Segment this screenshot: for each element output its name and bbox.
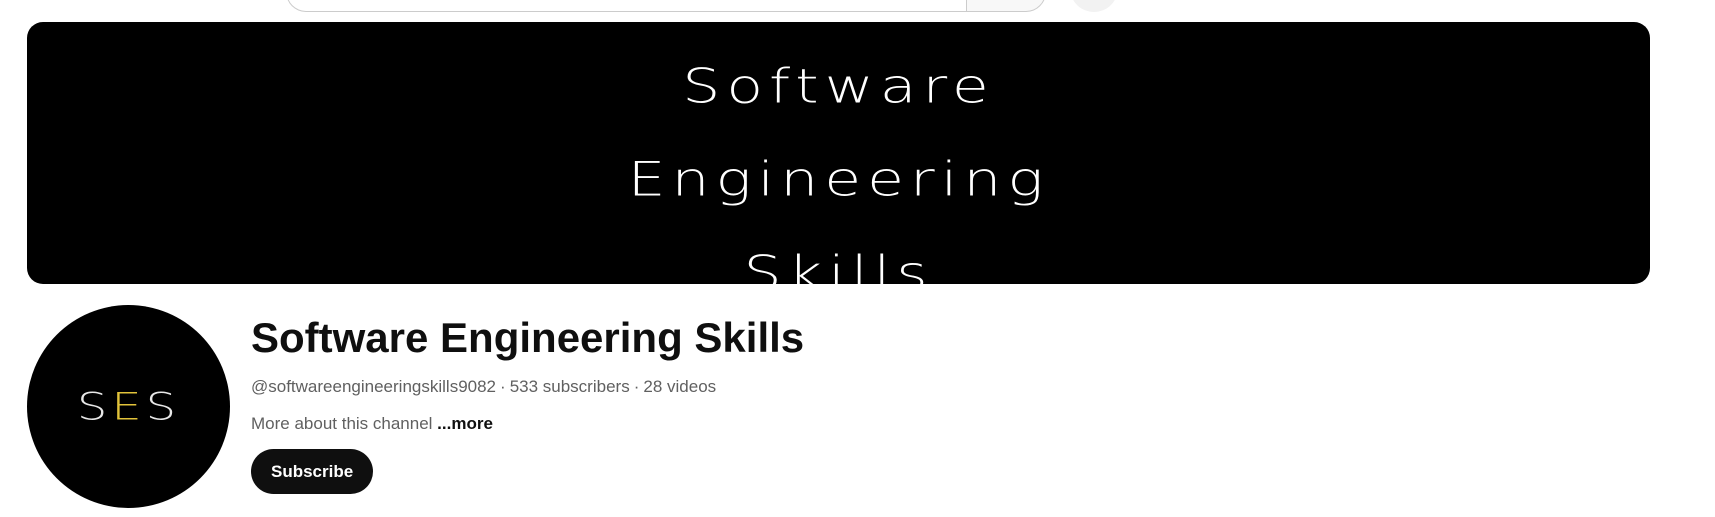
banner-text-line: Skills — [743, 246, 934, 284]
channel-title: Software Engineering Skills — [251, 314, 805, 361]
subscribe-button[interactable]: Subscribe — [251, 449, 374, 494]
avatar-letter: S — [76, 384, 112, 429]
channel-page: Software Engineering Skills SES Software… — [0, 0, 1715, 517]
banner-text-line: Engineering — [627, 152, 1050, 208]
search-bar — [286, 0, 1046, 12]
avatar-letter: S — [145, 384, 181, 429]
voice-search-button[interactable] — [1070, 0, 1118, 12]
description-text: More about this channel — [251, 414, 438, 433]
more-link[interactable]: ...more — [437, 414, 493, 433]
meta-separator: · — [633, 377, 640, 396]
avatar-logo: SES — [77, 385, 180, 429]
channel-meta: @softwareengineeringskills9082 · 533 subsc… — [251, 376, 1151, 398]
meta-separator: · — [500, 377, 506, 396]
channel-avatar[interactable]: SES — [27, 305, 230, 508]
search-button[interactable] — [966, 0, 1046, 12]
channel-banner: Software Engineering Skills — [27, 22, 1650, 284]
channel-handle: @softwareengineeringskills9082 — [251, 377, 497, 396]
search-input[interactable] — [286, 0, 966, 12]
video-count: 28 videos — [643, 377, 717, 396]
subscriber-count: 533 subscribers — [509, 377, 630, 396]
avatar-letter-accent: E — [111, 384, 146, 429]
channel-info: Software Engineering Skills @softwareeng… — [251, 312, 1151, 494]
channel-description[interactable]: More about this channel ...more — [251, 413, 1151, 435]
banner-text-line: Software — [682, 59, 995, 115]
